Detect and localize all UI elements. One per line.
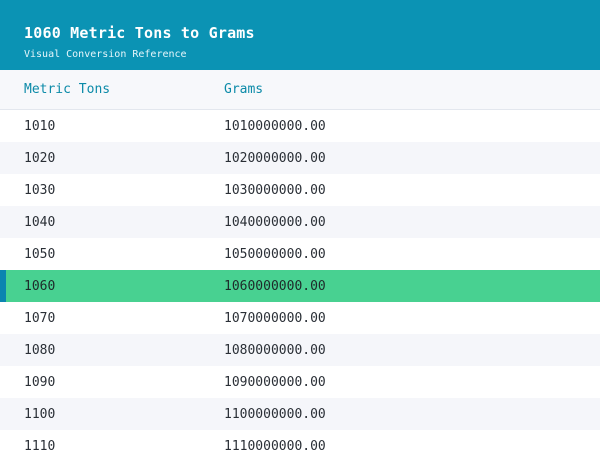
cell-metric-tons: 1090 [24,374,56,390]
highlight-marker [0,270,6,302]
cell-metric-tons: 1040 [24,214,56,230]
cell-grams: 1030000000.00 [224,182,326,198]
cell-grams: 1050000000.00 [224,246,326,262]
cell-grams: 1100000000.00 [224,406,326,422]
table-row: 1040 1040000000.00 [0,206,600,238]
cell-metric-tons: 1030 [24,182,56,198]
table-row: 1020 1020000000.00 [0,142,600,174]
table-row: 1100 1100000000.00 [0,398,600,430]
table-header: Metric Tons Grams [0,70,600,110]
cell-grams: 1080000000.00 [224,342,326,358]
column-header-grams: Grams [224,82,264,97]
cell-metric-tons: 1010 [24,118,56,134]
cell-metric-tons: 1050 [24,246,56,262]
cell-metric-tons: 1070 [24,310,56,326]
cell-metric-tons: 1110 [24,438,56,454]
page-subtitle: Visual Conversion Reference [24,49,187,60]
page-title: 1060 Metric Tons to Grams [24,24,255,42]
table-row: 1070 1070000000.00 [0,302,600,334]
page-header: 1060 Metric Tons to Grams Visual Convers… [0,0,600,70]
table-row: 1010 1010000000.00 [0,110,600,142]
cell-grams: 1090000000.00 [224,374,326,390]
conversion-page: 1060 Metric Tons to Grams Visual Convers… [0,0,600,466]
cell-metric-tons: 1060 [24,278,56,294]
table-row: 1090 1090000000.00 [0,366,600,398]
cell-grams: 1020000000.00 [224,150,326,166]
column-header-metric-tons: Metric Tons [24,82,111,97]
cell-grams: 1070000000.00 [224,310,326,326]
cell-grams: 1010000000.00 [224,118,326,134]
table-row: 1110 1110000000.00 [0,430,600,462]
cell-grams: 1060000000.00 [224,278,326,294]
cell-metric-tons: 1020 [24,150,56,166]
table-row: 1030 1030000000.00 [0,174,600,206]
cell-grams: 1110000000.00 [224,438,326,454]
cell-metric-tons: 1100 [24,406,56,422]
table-row: 1050 1050000000.00 [0,238,600,270]
table-row: 1080 1080000000.00 [0,334,600,366]
cell-metric-tons: 1080 [24,342,56,358]
table-row: 1060 1060000000.00 [0,270,600,302]
cell-grams: 1040000000.00 [224,214,326,230]
table-body: 1010 1010000000.00 1020 1020000000.00 10… [0,110,600,462]
